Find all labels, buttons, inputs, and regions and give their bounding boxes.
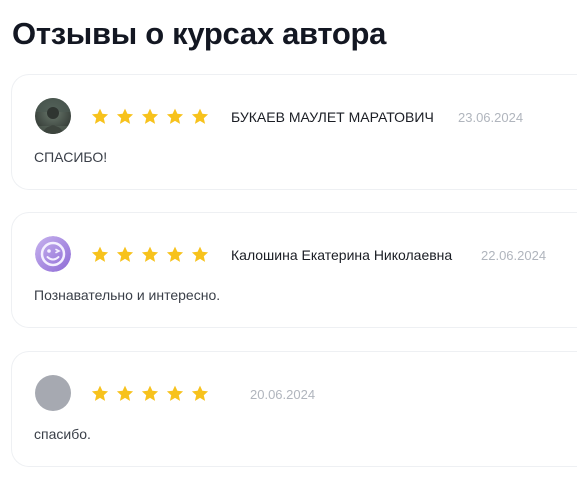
smiley-icon (35, 236, 71, 272)
star-icon (91, 108, 109, 124)
star-icon (191, 108, 209, 124)
review-card: БУКАЕВ МАУЛЕТ МАРАТОВИЧ 23.06.2024 СПАСИ… (11, 74, 577, 190)
review-text: Познавательно и интересно. (34, 287, 221, 303)
avatar (35, 236, 71, 272)
avatar (35, 98, 71, 134)
star-icon (141, 385, 159, 401)
page-title: Отзывы о курсах автора (12, 16, 387, 51)
star-icon (91, 385, 109, 401)
star-icon (116, 385, 134, 401)
review-card: 20.06.2024 спасибо. (11, 351, 577, 467)
star-icon (141, 108, 159, 124)
star-icon (166, 108, 184, 124)
review-text: спасибо. (34, 426, 91, 442)
star-icon (166, 246, 184, 262)
review-date: 20.06.2024 (250, 387, 316, 402)
star-icon (116, 246, 134, 262)
star-icon (191, 385, 209, 401)
star-icon (191, 246, 209, 262)
review-date: 23.06.2024 (458, 110, 524, 125)
star-rating (90, 245, 210, 264)
star-icon (91, 246, 109, 262)
star-icon (116, 108, 134, 124)
star-rating (90, 384, 210, 403)
star-icon (166, 385, 184, 401)
review-text: СПАСИБО! (34, 149, 108, 165)
star-rating (90, 107, 210, 126)
avatar-placeholder (35, 375, 71, 411)
review-author: БУКАЕВ МАУЛЕТ МАРАТОВИЧ (231, 109, 434, 125)
star-icon (141, 246, 159, 262)
review-card: Калошина Екатерина Николаевна 22.06.2024… (11, 212, 577, 328)
review-date: 22.06.2024 (481, 248, 547, 263)
review-author: Калошина Екатерина Николаевна (231, 247, 453, 263)
